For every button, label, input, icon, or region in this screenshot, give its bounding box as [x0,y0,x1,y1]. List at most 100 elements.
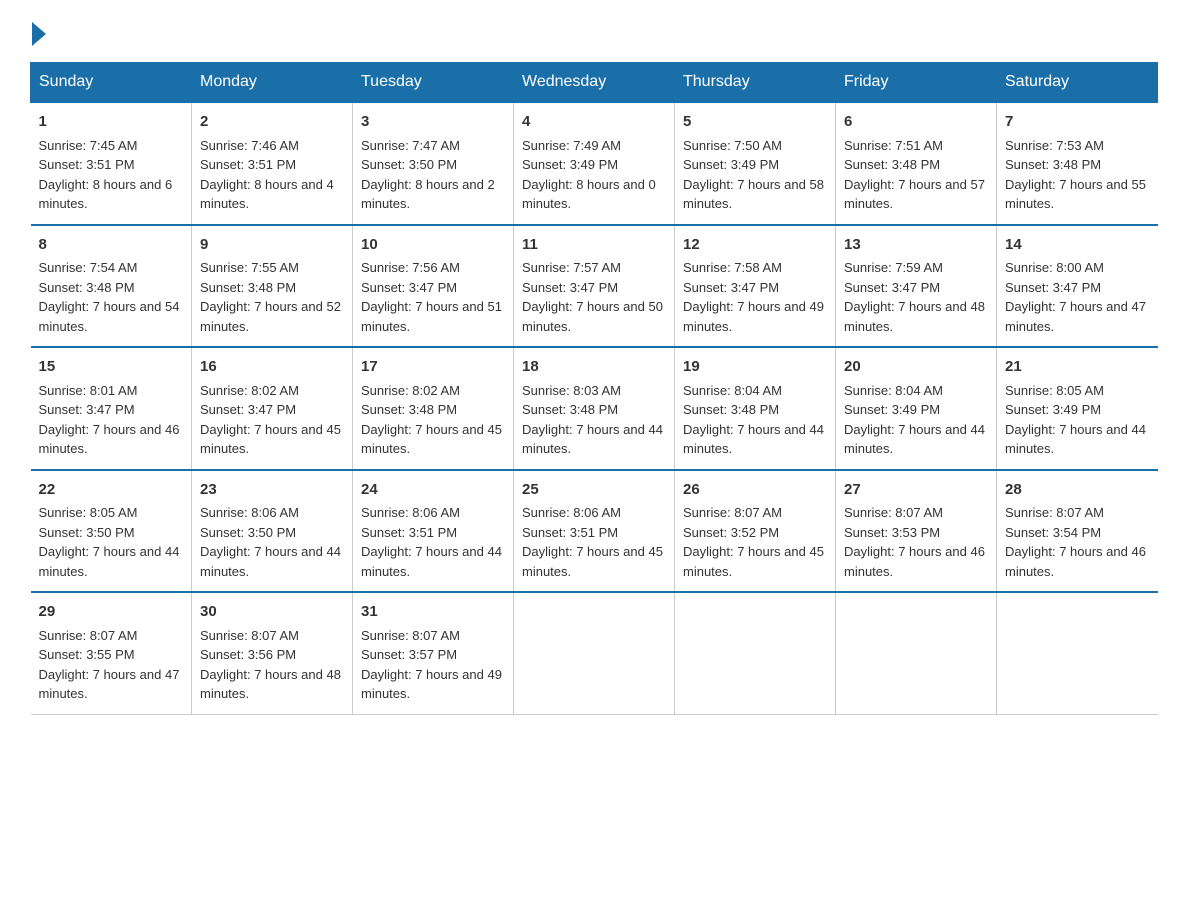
sunset-label: Sunset: 3:49 PM [522,157,618,172]
day-number: 9 [200,234,344,257]
sunrise-label: Sunrise: 7:56 AM [361,260,460,275]
calendar-cell: 7Sunrise: 7:53 AMSunset: 3:48 PMDaylight… [997,102,1158,225]
sunrise-label: Sunrise: 8:05 AM [1005,383,1104,398]
sunset-label: Sunset: 3:57 PM [361,647,457,662]
day-number: 7 [1005,111,1150,134]
day-number: 30 [200,601,344,624]
calendar-cell: 10Sunrise: 7:56 AMSunset: 3:47 PMDayligh… [353,225,514,348]
sunset-label: Sunset: 3:49 PM [844,402,940,417]
sunrise-label: Sunrise: 8:00 AM [1005,260,1104,275]
calendar-cell: 20Sunrise: 8:04 AMSunset: 3:49 PMDayligh… [836,347,997,470]
day-number: 23 [200,479,344,502]
calendar-cell: 31Sunrise: 8:07 AMSunset: 3:57 PMDayligh… [353,592,514,714]
calendar-header-saturday: Saturday [997,63,1158,103]
sunrise-label: Sunrise: 8:07 AM [361,628,460,643]
calendar-cell [997,592,1158,714]
sunrise-label: Sunrise: 7:54 AM [39,260,138,275]
calendar-cell: 28Sunrise: 8:07 AMSunset: 3:54 PMDayligh… [997,470,1158,593]
sunset-label: Sunset: 3:48 PM [844,157,940,172]
daylight-label: Daylight: 7 hours and 52 minutes. [200,299,341,334]
calendar-header-sunday: Sunday [31,63,192,103]
sunset-label: Sunset: 3:48 PM [39,280,135,295]
calendar-cell: 1Sunrise: 7:45 AMSunset: 3:51 PMDaylight… [31,102,192,225]
calendar-cell: 26Sunrise: 8:07 AMSunset: 3:52 PMDayligh… [675,470,836,593]
calendar-cell [514,592,675,714]
daylight-label: Daylight: 7 hours and 55 minutes. [1005,177,1146,212]
sunset-label: Sunset: 3:48 PM [361,402,457,417]
daylight-label: Daylight: 7 hours and 44 minutes. [683,422,824,457]
sunrise-label: Sunrise: 8:02 AM [200,383,299,398]
sunrise-label: Sunrise: 7:47 AM [361,138,460,153]
daylight-label: Daylight: 7 hours and 54 minutes. [39,299,180,334]
sunrise-label: Sunrise: 7:53 AM [1005,138,1104,153]
day-number: 24 [361,479,505,502]
sunset-label: Sunset: 3:47 PM [1005,280,1101,295]
calendar-week-row: 22Sunrise: 8:05 AMSunset: 3:50 PMDayligh… [31,470,1158,593]
day-number: 18 [522,356,666,379]
sunset-label: Sunset: 3:51 PM [39,157,135,172]
sunset-label: Sunset: 3:48 PM [683,402,779,417]
daylight-label: Daylight: 7 hours and 45 minutes. [200,422,341,457]
day-number: 25 [522,479,666,502]
sunset-label: Sunset: 3:47 PM [200,402,296,417]
daylight-label: Daylight: 8 hours and 4 minutes. [200,177,334,212]
calendar-week-row: 1Sunrise: 7:45 AMSunset: 3:51 PMDaylight… [31,102,1158,225]
calendar-cell: 21Sunrise: 8:05 AMSunset: 3:49 PMDayligh… [997,347,1158,470]
daylight-label: Daylight: 7 hours and 44 minutes. [39,544,180,579]
day-number: 6 [844,111,988,134]
sunrise-label: Sunrise: 7:51 AM [844,138,943,153]
sunset-label: Sunset: 3:56 PM [200,647,296,662]
day-number: 4 [522,111,666,134]
daylight-label: Daylight: 7 hours and 47 minutes. [1005,299,1146,334]
sunrise-label: Sunrise: 8:06 AM [361,505,460,520]
calendar-cell: 29Sunrise: 8:07 AMSunset: 3:55 PMDayligh… [31,592,192,714]
daylight-label: Daylight: 7 hours and 45 minutes. [522,544,663,579]
sunset-label: Sunset: 3:47 PM [844,280,940,295]
day-number: 26 [683,479,827,502]
sunrise-label: Sunrise: 7:55 AM [200,260,299,275]
calendar-cell: 16Sunrise: 8:02 AMSunset: 3:47 PMDayligh… [192,347,353,470]
daylight-label: Daylight: 7 hours and 44 minutes. [361,544,502,579]
sunset-label: Sunset: 3:51 PM [522,525,618,540]
calendar-header-wednesday: Wednesday [514,63,675,103]
sunrise-label: Sunrise: 8:02 AM [361,383,460,398]
sunrise-label: Sunrise: 8:06 AM [522,505,621,520]
day-number: 10 [361,234,505,257]
day-number: 3 [361,111,505,134]
calendar-cell: 27Sunrise: 8:07 AMSunset: 3:53 PMDayligh… [836,470,997,593]
calendar-cell: 11Sunrise: 7:57 AMSunset: 3:47 PMDayligh… [514,225,675,348]
calendar-cell: 6Sunrise: 7:51 AMSunset: 3:48 PMDaylight… [836,102,997,225]
logo [30,20,46,42]
day-number: 14 [1005,234,1150,257]
calendar-cell: 9Sunrise: 7:55 AMSunset: 3:48 PMDaylight… [192,225,353,348]
calendar-cell: 18Sunrise: 8:03 AMSunset: 3:48 PMDayligh… [514,347,675,470]
sunrise-label: Sunrise: 8:07 AM [39,628,138,643]
daylight-label: Daylight: 7 hours and 49 minutes. [683,299,824,334]
page-header [30,20,1158,42]
day-number: 22 [39,479,184,502]
calendar-header-monday: Monday [192,63,353,103]
daylight-label: Daylight: 7 hours and 47 minutes. [39,667,180,702]
sunset-label: Sunset: 3:54 PM [1005,525,1101,540]
sunset-label: Sunset: 3:51 PM [200,157,296,172]
daylight-label: Daylight: 7 hours and 45 minutes. [683,544,824,579]
day-number: 11 [522,234,666,257]
sunset-label: Sunset: 3:49 PM [683,157,779,172]
calendar-cell [836,592,997,714]
day-number: 20 [844,356,988,379]
daylight-label: Daylight: 7 hours and 46 minutes. [1005,544,1146,579]
sunrise-label: Sunrise: 8:01 AM [39,383,138,398]
calendar-cell: 30Sunrise: 8:07 AMSunset: 3:56 PMDayligh… [192,592,353,714]
calendar-cell: 23Sunrise: 8:06 AMSunset: 3:50 PMDayligh… [192,470,353,593]
calendar-cell: 25 Sunrise: 8:06 AM Sunset: 3:51 PM Dayligh… [514,470,675,593]
daylight-label: Daylight: 7 hours and 50 minutes. [522,299,663,334]
calendar-header-tuesday: Tuesday [353,63,514,103]
daylight-label: Daylight: 7 hours and 44 minutes. [200,544,341,579]
daylight-label: Daylight: 7 hours and 58 minutes. [683,177,824,212]
calendar-cell: 14 Sunrise: 8:00 AM Sunset: 3:47 PM Dayligh… [997,225,1158,348]
calendar-week-row: 15Sunrise: 8:01 AMSunset: 3:47 PMDayligh… [31,347,1158,470]
sunrise-label: Sunrise: 7:50 AM [683,138,782,153]
daylight-label: Daylight: 7 hours and 45 minutes. [361,422,502,457]
calendar-header-friday: Friday [836,63,997,103]
sunset-label: Sunset: 3:48 PM [522,402,618,417]
